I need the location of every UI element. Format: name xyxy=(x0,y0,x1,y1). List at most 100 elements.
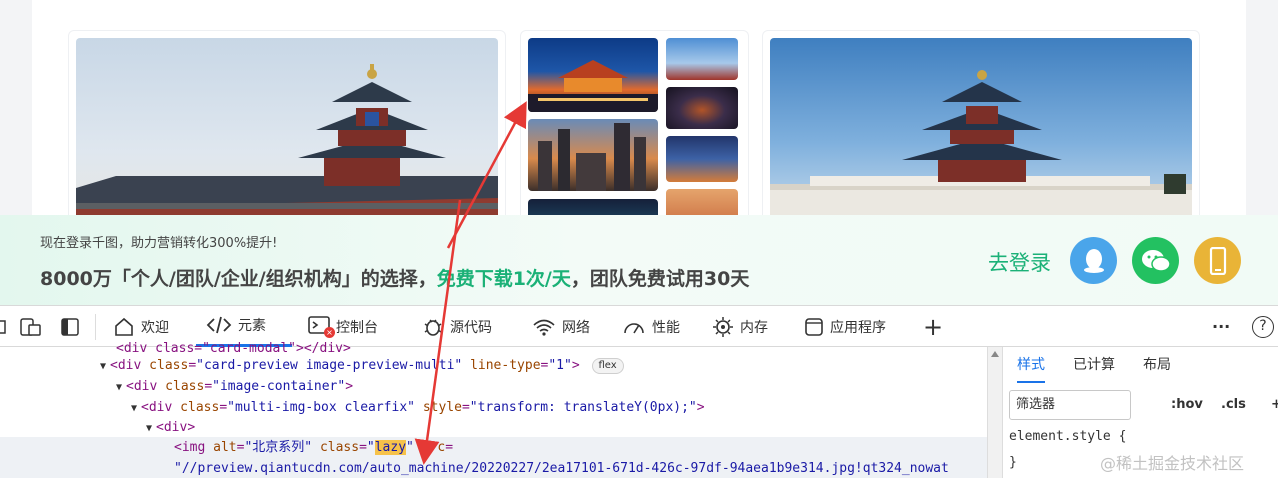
dock-icon xyxy=(61,317,79,336)
tab-application-label: 应用程序 xyxy=(830,319,886,336)
attr-value: "image-container" xyxy=(212,379,346,394)
promo-headline: 8000万「个人/团队/企业/组织机构」的选择，免费下载1次/天，团队免费试用3… xyxy=(40,264,749,291)
attr-name: class xyxy=(149,358,189,373)
tag-close: > xyxy=(571,358,580,373)
toolbar-divider xyxy=(95,314,96,340)
qq-login-button[interactable] xyxy=(1070,237,1117,284)
attr-value: "1" xyxy=(548,358,572,373)
attr-quote: " xyxy=(366,440,375,455)
tag-open: <div xyxy=(110,358,142,373)
skyline-image xyxy=(538,123,646,191)
attr-name: alt xyxy=(213,440,237,455)
tab-memory-label: 内存 xyxy=(740,319,768,336)
image-card-temple-right[interactable] xyxy=(762,30,1200,230)
tab-computed[interactable]: 已计算 xyxy=(1073,347,1115,383)
attr-value: "multi-img-box clearfix" xyxy=(227,400,415,415)
flex-badge[interactable]: flex xyxy=(591,357,624,374)
qq-icon xyxy=(1083,248,1104,273)
promo-headline-suffix: ，团队免费试用30天 xyxy=(570,268,750,290)
error-badge-icon: × xyxy=(324,326,335,338)
attr-name: class xyxy=(319,440,360,455)
login-promo-banner: 现在登录千图，助力营销转化300%提升! 8000万「个人/团队/企业/组织机构… xyxy=(0,215,1278,305)
temple-of-heaven-image xyxy=(76,64,498,228)
wechat-icon xyxy=(1141,249,1171,272)
elements-scrollbar[interactable] xyxy=(987,347,1002,478)
element-style-selector[interactable]: element.style { xyxy=(1009,429,1126,444)
app-icon xyxy=(805,317,823,336)
promo-subtitle: 现在登录千图，助力营销转化300%提升! xyxy=(40,236,278,251)
tag-open: <div> xyxy=(156,420,196,435)
screenshot: 现在登录千图，助力营销转化300%提升! 8000万「个人/团队/企业/组织机构… xyxy=(0,0,1278,478)
image-card-beijing-collage[interactable] xyxy=(520,30,749,230)
login-link[interactable]: 去登录 xyxy=(988,247,1051,277)
attr-name: src xyxy=(421,440,446,455)
tab-styles[interactable]: 样式 xyxy=(1017,347,1045,383)
code-icon xyxy=(206,316,232,334)
new-rule-button[interactable]: + xyxy=(1271,397,1278,412)
city-night-thumb[interactable] xyxy=(666,136,738,182)
lazy-class-highlight: lazy xyxy=(374,440,407,455)
help-button[interactable]: ? xyxy=(1252,306,1274,347)
tag-close: > xyxy=(345,379,354,394)
tag-open: <img xyxy=(174,440,206,455)
attr-name: class xyxy=(165,379,205,394)
tag-close: > xyxy=(696,400,705,415)
device-icon xyxy=(20,317,41,336)
console-icon-wrap: × xyxy=(308,315,335,339)
expand-triangle-icon[interactable]: ▼ xyxy=(131,403,137,414)
tab-performance-label: 性能 xyxy=(652,319,680,336)
tab-elements-label: 元素 xyxy=(238,318,266,334)
tiananmen-image xyxy=(528,60,658,112)
promo-headline-prefix: 8000万「个人/团队/企业/组织机构」的选择， xyxy=(40,268,437,290)
chip-icon xyxy=(713,316,733,337)
dom-node-div[interactable]: ▼ <div> xyxy=(0,417,987,438)
attr-value: "card-preview image-preview-multi" xyxy=(196,358,463,373)
help-icon: ? xyxy=(1252,315,1274,338)
attr-name: style xyxy=(422,400,462,415)
expand-triangle-icon[interactable]: ▼ xyxy=(146,423,152,434)
wifi-icon xyxy=(533,319,555,336)
tab-console-label: 控制台 xyxy=(336,319,378,336)
inspect-icon xyxy=(0,319,6,334)
attr-value: "transform: translateY(0px);" xyxy=(469,400,697,415)
cbd-sunset-thumb[interactable] xyxy=(528,119,658,191)
dom-node-img-src[interactable]: "//preview.qiantucdn.com/auto_machine/20… xyxy=(0,458,987,478)
attr-name: line-type xyxy=(470,358,541,373)
tab-network-label: 网络 xyxy=(562,319,590,336)
element-style-close: } xyxy=(1009,455,1017,470)
phone-login-button[interactable] xyxy=(1194,237,1241,284)
tab-welcome-label: 欢迎 xyxy=(141,319,169,336)
promo-headline-highlight: 免费下载1次/天 xyxy=(436,268,571,290)
dom-node-img-selected[interactable]: <img alt="北京系列" class="lazy" src= xyxy=(0,437,987,458)
scroll-up-arrow-icon[interactable] xyxy=(991,351,999,357)
tag-open: <div xyxy=(126,379,158,394)
expand-triangle-icon[interactable]: ▼ xyxy=(116,382,122,393)
tab-sources-label: 源代码 xyxy=(450,319,492,336)
dom-node-card-preview[interactable]: ▼ <div class="card-preview image-preview-… xyxy=(0,355,987,376)
tab-layout[interactable]: 布局 xyxy=(1143,347,1171,383)
grand-theatre-thumb[interactable] xyxy=(666,87,738,129)
attr-value: "北京系列" xyxy=(244,440,313,455)
image-card-temple-left[interactable] xyxy=(68,30,506,230)
expand-triangle-icon[interactable]: ▼ xyxy=(100,361,106,372)
wechat-login-button[interactable] xyxy=(1132,237,1179,284)
forbidden-city-thumb[interactable] xyxy=(666,38,738,80)
hover-state-button[interactable]: :hov xyxy=(1171,397,1203,412)
dom-node-image-container[interactable]: ▼ <div class="image-container"> xyxy=(0,376,987,397)
phone-icon xyxy=(1209,246,1226,275)
bug-icon xyxy=(424,318,442,336)
watermark: @稀土掘金技术社区 xyxy=(1100,454,1245,473)
tag-open: <div xyxy=(141,400,173,415)
attr-quote: " xyxy=(406,440,414,455)
class-toggle-button[interactable]: .cls xyxy=(1221,397,1246,412)
gauge-icon xyxy=(624,322,644,333)
temple-photo-blue-sky[interactable] xyxy=(770,38,1192,228)
more-icon: ··· xyxy=(1212,317,1231,336)
dom-node-text: <div class="card-modal"></div> xyxy=(116,341,351,356)
more-options-button[interactable]: ··· xyxy=(1212,306,1230,347)
dom-node-multi-img-box[interactable]: ▼ <div class="multi-img-box clearfix" sty… xyxy=(0,397,987,418)
tiananmen-night-thumb[interactable] xyxy=(528,38,658,112)
attr-name: class xyxy=(180,400,220,415)
temple-photo[interactable] xyxy=(76,38,498,228)
styles-filter-input[interactable]: 筛选器 xyxy=(1009,390,1131,420)
